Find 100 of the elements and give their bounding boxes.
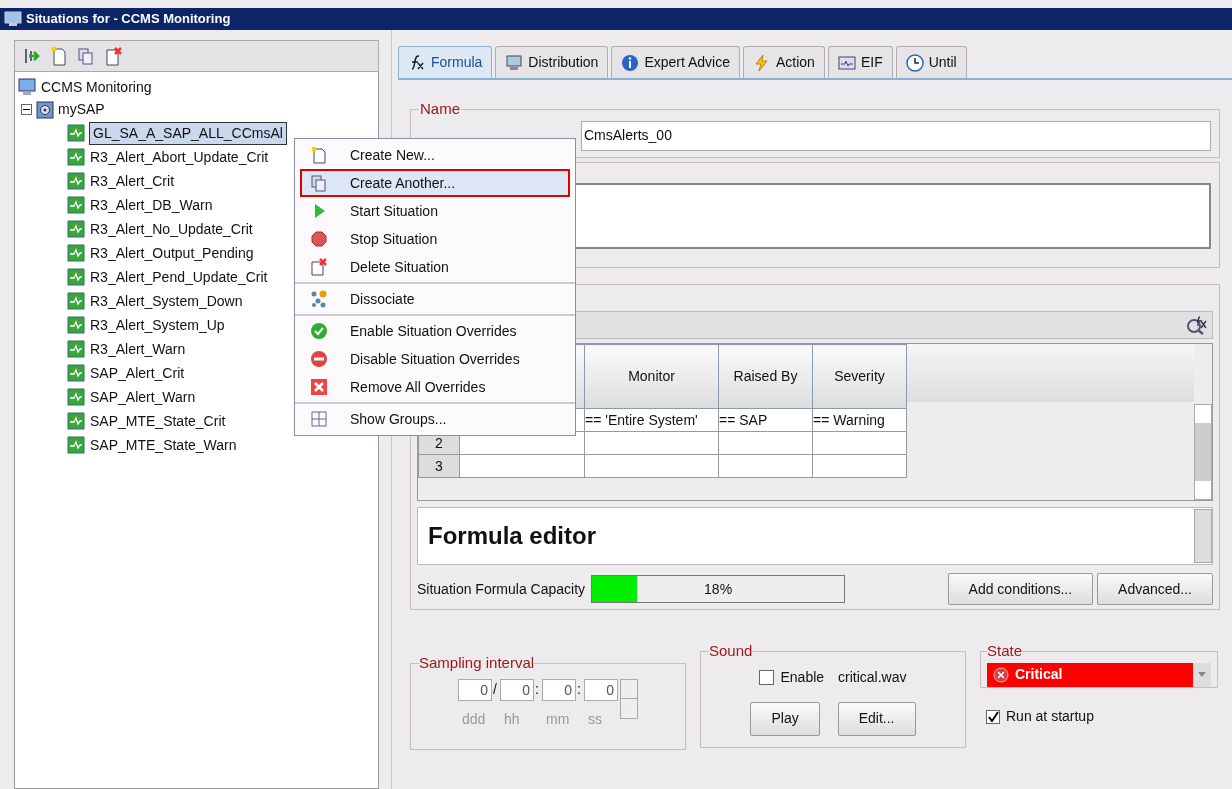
move-arrows-icon[interactable] [23,47,41,65]
copy-icon [310,174,328,192]
editor-title: Formula editor [428,521,596,551]
column-header: Raised By [718,344,813,409]
sound-label: Sound [709,641,753,661]
tab[interactable]: EIF [827,46,893,78]
unit-label: ss [587,709,602,729]
table-cell: == 'Entire System' [584,408,719,432]
tree-item[interactable]: SAP_MTE_State_Warn [89,434,238,456]
monitor-icon [505,53,524,72]
tree-item[interactable]: R3_Alert_Output_Pending [89,242,255,264]
time-field[interactable]: 0 [500,678,534,701]
tab[interactable]: Until [895,46,967,78]
tree-item[interactable]: CCMS Monitoring [41,76,152,98]
tab[interactable]: Formula [398,46,493,78]
situation-icon [67,292,85,310]
situation-icon [67,388,85,406]
situation-icon [67,316,85,334]
name-field[interactable]: CmsAlerts_00 [581,120,1211,151]
x-square-icon [310,378,328,396]
menu-item[interactable]: Create New... [300,141,570,169]
situation-icon [67,412,85,430]
sampling-interval-label: Sampling interval [419,653,535,673]
situation-icon [67,172,85,190]
error-icon [993,666,1009,683]
situation-icon [67,364,85,382]
tree-item[interactable]: R3_Alert_Abort_Update_Crit [89,146,270,168]
waveform-icon [837,53,856,72]
menu-item[interactable]: Dissociate [300,285,570,313]
tree-item[interactable]: GL_SA_A_SAP_ALL_CCmsAl [89,121,287,145]
menu-item[interactable]: Show Groups... [300,405,570,433]
tree-item[interactable]: R3_Alert_Pend_Update_Crit [89,266,269,288]
run-at-startup-label: Run at startup [1006,707,1094,726]
unit-label: mm [545,709,570,729]
delete-page-icon [310,258,328,276]
check-icon [987,711,999,722]
tree-item[interactable]: R3_Alert_DB_Warn [89,194,214,216]
tree-item[interactable]: R3_Alert_System_Down [89,290,244,312]
tree-item[interactable]: R3_Alert_Warn [89,338,187,360]
tree-item[interactable]: SAP_MTE_State_Crit [89,410,227,432]
name-label: Name [419,99,461,119]
info-icon [621,53,640,72]
enable-label: Enable [780,667,825,687]
situation-icon [67,148,85,166]
menu-item[interactable]: Create Another... [300,169,570,197]
spinner[interactable] [620,678,638,719]
copy-icon[interactable] [77,47,95,65]
target-icon [36,100,54,119]
tree-item[interactable]: mySAP [58,99,105,120]
tree-item[interactable]: R3_Alert_System_Up [89,314,226,336]
tree-item[interactable]: SAP_Alert_Warn [89,386,197,408]
state-label: State [987,641,1023,661]
situation-icon [67,220,85,238]
clock-icon [905,53,924,72]
tree-item[interactable]: SAP_Alert_Crit [89,362,186,384]
situation-icon [67,124,85,142]
separator: : [534,680,540,699]
new-page-icon [310,146,328,164]
window-title: Situations for - CCMS Monitoring [26,10,231,29]
menu-item[interactable]: Delete Situation [300,253,570,281]
check-circle-icon [310,322,328,340]
situation-icon [67,268,85,286]
menu-item[interactable]: Disable Situation Overrides [300,345,570,373]
menu-item[interactable]: Start Situation [300,197,570,225]
collapse-icon[interactable] [21,104,32,115]
time-field[interactable]: 0 [542,678,576,701]
enable-checkbox[interactable] [759,669,775,685]
minus-circle-icon [310,350,328,368]
button[interactable]: Add conditions... [947,573,1094,605]
row-number: 3 [418,454,460,478]
tree-item[interactable]: R3_Alert_No_Update_Crit [89,218,254,240]
monitor-icon [17,77,37,97]
time-field[interactable]: 0 [584,678,618,701]
button[interactable]: Play [750,701,820,736]
time-field[interactable]: 0 [458,678,492,701]
tree-item[interactable]: R3_Alert_Crit [89,170,176,192]
run-at-startup-checkbox[interactable] [986,709,1000,724]
menu-item[interactable]: Stop Situation [300,225,570,253]
tab[interactable]: Action [743,46,825,78]
menu-item[interactable]: Remove All Overrides [300,373,570,401]
situation-icon [67,436,85,454]
capacity-reading: 18% [703,579,734,599]
scrollbar[interactable] [1194,404,1212,500]
dots-icon [310,290,328,308]
column-header: Severity [812,344,907,409]
tab[interactable]: Expert Advice [611,46,740,78]
delete-page-icon[interactable] [105,46,123,66]
button[interactable]: Advanced... [1097,573,1213,605]
formula-search-icon[interactable] [1186,315,1208,335]
tab[interactable]: Distribution [495,46,609,78]
scrollbar[interactable] [1194,509,1212,563]
capacity-label: Situation Formula Capacity [417,579,586,599]
situation-icon [67,244,85,262]
state-dropdown[interactable]: Critical [987,662,1211,687]
column-header: Monitor [584,344,719,409]
unit-label: hh [503,709,520,729]
unit-label: ddd [461,709,486,729]
new-page-icon[interactable] [51,46,67,66]
button[interactable]: Edit... [837,701,916,736]
menu-item[interactable]: Enable Situation Overrides [300,317,570,345]
